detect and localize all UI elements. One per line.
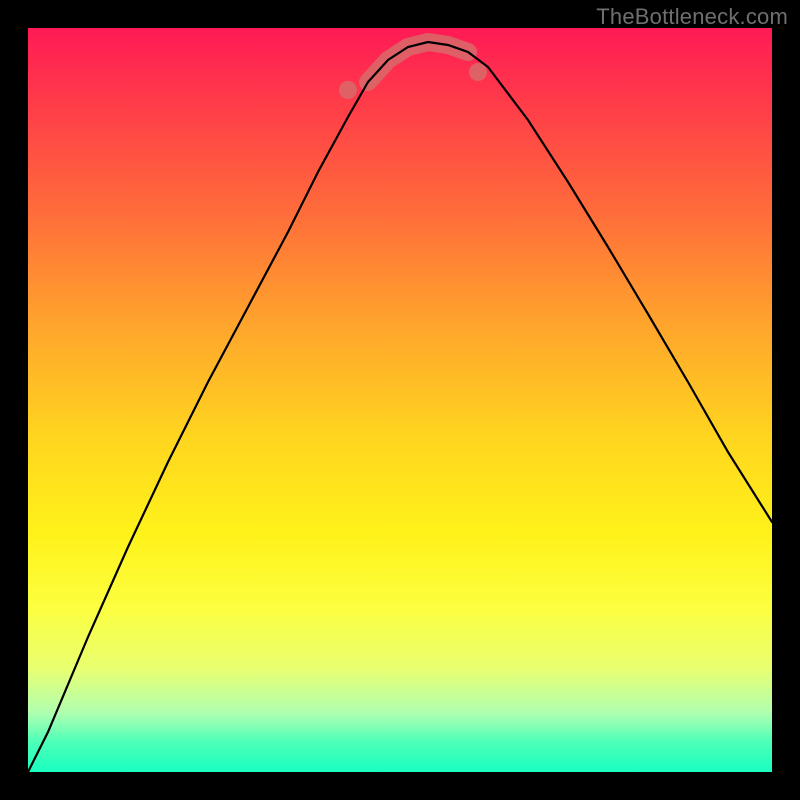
optimal-range-highlight [368,42,468,82]
optimal-marker-right [469,63,487,81]
optimal-marker-left [339,81,357,99]
bottleneck-curve-line [28,42,772,772]
bottleneck-curve-svg [28,28,772,772]
watermark-text: TheBottleneck.com [596,4,788,30]
chart-plot-area [28,28,772,772]
